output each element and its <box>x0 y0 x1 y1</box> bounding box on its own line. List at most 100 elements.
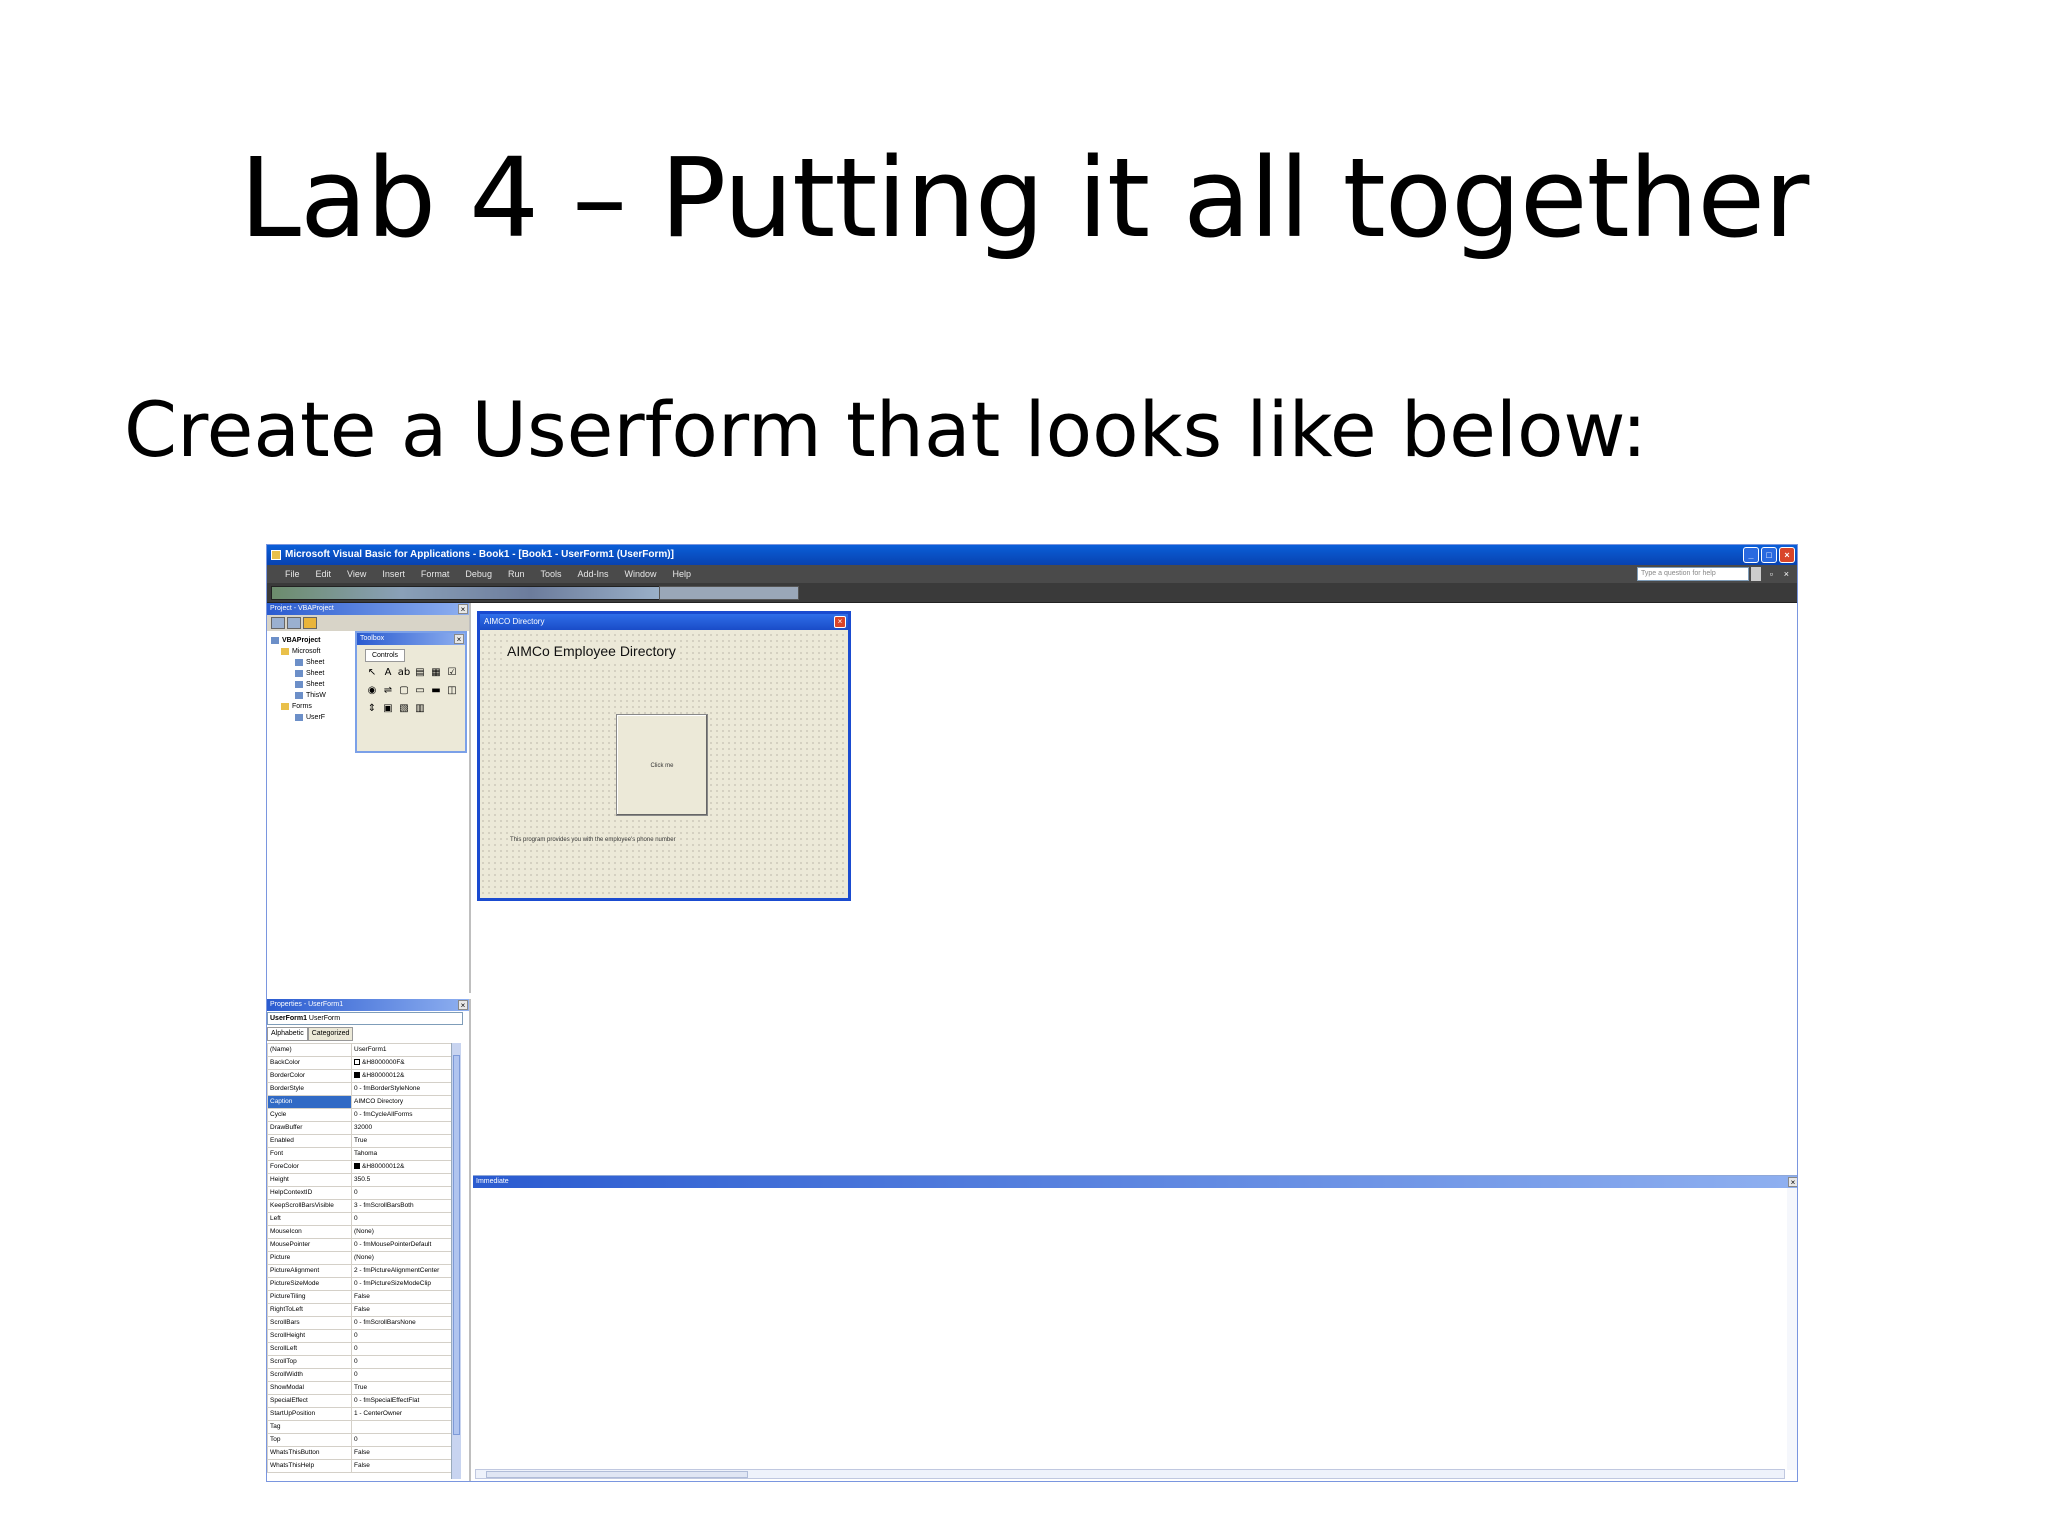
property-value[interactable]: 350.5 <box>351 1173 455 1187</box>
property-row[interactable]: ScrollTop 0 <box>267 1355 455 1369</box>
property-row[interactable]: HelpContextID 0 <box>267 1186 455 1200</box>
project-pane-close-icon[interactable]: × <box>458 604 468 614</box>
property-row[interactable]: Font Tahoma <box>267 1147 455 1161</box>
property-row[interactable]: KeepScrollBarsVisible 3 - fmScrollBarsBot… <box>267 1199 455 1213</box>
toolbox-close-icon[interactable]: × <box>454 634 464 644</box>
property-name[interactable]: StartUpPosition <box>267 1407 352 1421</box>
property-row[interactable]: PictureTiling False <box>267 1290 455 1304</box>
immediate-horizontal-scrollbar[interactable] <box>475 1469 1785 1479</box>
help-search-input[interactable]: Type a question for help <box>1637 567 1749 581</box>
property-row[interactable]: ShowModal True <box>267 1381 455 1395</box>
mdi-close-icon[interactable]: × <box>1784 567 1789 581</box>
property-name[interactable]: WhatsThisButton <box>267 1446 352 1460</box>
tree-node[interactable]: VBAProject <box>271 635 326 646</box>
property-value[interactable]: 0 - fmSpecialEffectFlat <box>351 1394 455 1408</box>
property-value[interactable]: 2 - fmPictureAlignmentCenter <box>351 1264 455 1278</box>
property-value[interactable] <box>351 1420 455 1434</box>
properties-scrollbar[interactable] <box>451 1043 461 1479</box>
property-name[interactable]: RightToLeft <box>267 1303 352 1317</box>
tab-categorized[interactable]: Categorized <box>307 1027 354 1041</box>
scrollbar-tool[interactable]: ▥ <box>413 703 427 715</box>
properties-object-select[interactable]: UserForm1 UserForm <box>267 1012 463 1025</box>
property-value[interactable]: 0 - fmBorderStyleNone <box>351 1082 455 1096</box>
directory-heading-label[interactable]: AIMCo Employee Directory <box>506 642 677 660</box>
property-name[interactable]: ScrollTop <box>267 1355 352 1369</box>
menu-view[interactable]: View <box>339 565 374 583</box>
property-row[interactable]: Picture (None) <box>267 1251 455 1265</box>
checkbox-tool[interactable]: ☑ <box>445 667 459 679</box>
property-row[interactable]: DrawBuffer 32000 <box>267 1121 455 1135</box>
property-value[interactable]: 0 <box>351 1368 455 1382</box>
property-name[interactable]: Top <box>267 1433 352 1447</box>
property-name[interactable]: BackColor <box>267 1056 352 1070</box>
command-button-tool[interactable]: ▭ <box>413 685 427 697</box>
property-row[interactable]: MouseIcon (None) <box>267 1225 455 1239</box>
option-button-tool[interactable]: ◉ <box>365 685 379 697</box>
property-row[interactable]: RightToLeft False <box>267 1303 455 1317</box>
spin-button-tool[interactable]: ⇕ <box>365 703 379 715</box>
property-row[interactable]: ScrollHeight 0 <box>267 1329 455 1343</box>
menu-debug[interactable]: Debug <box>457 565 500 583</box>
menu-addins[interactable]: Add-Ins <box>569 565 616 583</box>
property-row[interactable]: PictureSizeMode 0 - fmPictureSizeModeClip <box>267 1277 455 1291</box>
property-name[interactable]: ScrollLeft <box>267 1342 352 1356</box>
property-row[interactable]: ScrollLeft 0 <box>267 1342 455 1356</box>
toggle-folders-icon[interactable] <box>303 617 317 629</box>
property-value[interactable]: False <box>351 1303 455 1317</box>
properties-close-icon[interactable]: × <box>458 1000 468 1010</box>
tree-node[interactable]: Forms <box>271 701 326 712</box>
property-row[interactable]: ScrollWidth 0 <box>267 1368 455 1382</box>
menu-window[interactable]: Window <box>617 565 665 583</box>
property-row[interactable]: Height 350.5 <box>267 1173 455 1187</box>
property-name[interactable]: PictureTiling <box>267 1290 352 1304</box>
tabstrip-tool[interactable]: ▬ <box>429 685 443 697</box>
property-name[interactable]: Left <box>267 1212 352 1226</box>
property-value[interactable]: 32000 <box>351 1121 455 1135</box>
property-name[interactable]: BorderStyle <box>267 1082 352 1096</box>
description-label[interactable]: This program provides you with the emplo… <box>510 836 676 844</box>
property-row[interactable]: BorderColor &H80000012& <box>267 1069 455 1083</box>
tree-node[interactable]: Sheet <box>271 657 326 668</box>
mdi-restore-icon[interactable]: ▫ <box>1770 567 1773 581</box>
property-value[interactable]: UserForm1 <box>351 1043 455 1057</box>
property-name[interactable]: Font <box>267 1147 352 1161</box>
tree-node[interactable]: UserF <box>271 712 326 723</box>
view-code-icon[interactable] <box>271 617 285 629</box>
property-value[interactable]: &H80000012& <box>351 1160 455 1174</box>
click-me-button[interactable]: Click me <box>616 714 708 816</box>
property-name[interactable]: MouseIcon <box>267 1225 352 1239</box>
property-row[interactable]: Caption AIMCO Directory <box>267 1095 455 1109</box>
property-name[interactable]: Tag <box>267 1420 352 1434</box>
close-icon[interactable]: × <box>1779 547 1795 563</box>
property-name[interactable]: DrawBuffer <box>267 1121 352 1135</box>
property-name[interactable]: (Name) <box>267 1043 352 1057</box>
menu-help[interactable]: Help <box>665 565 700 583</box>
property-row[interactable]: WhatsThisButton False <box>267 1446 455 1460</box>
userform-designer[interactable]: AIMCO Directory × AIMCo Employee Directo… <box>477 611 851 901</box>
minimize-icon[interactable]: _ <box>1743 547 1759 563</box>
property-name[interactable]: SpecialEffect <box>267 1394 352 1408</box>
property-value[interactable]: 0 - fmScrollBarsNone <box>351 1316 455 1330</box>
scroll-thumb[interactable] <box>453 1055 460 1435</box>
property-name[interactable]: KeepScrollBarsVisible <box>267 1199 352 1213</box>
immediate-close-icon[interactable]: × <box>1788 1177 1797 1187</box>
tab-alphabetic[interactable]: Alphabetic <box>267 1027 308 1041</box>
property-value[interactable]: 0 <box>351 1342 455 1356</box>
property-row[interactable]: Tag <box>267 1420 455 1434</box>
property-row[interactable]: Cycle 0 - fmCycleAllForms <box>267 1108 455 1122</box>
toolbox-controls-tab[interactable]: Controls <box>365 649 405 662</box>
property-row[interactable]: MousePointer 0 - fmMousePointerDefault <box>267 1238 455 1252</box>
property-value[interactable]: False <box>351 1446 455 1460</box>
property-value[interactable]: Tahoma <box>351 1147 455 1161</box>
property-value[interactable]: 0 - fmCycleAllForms <box>351 1108 455 1122</box>
property-value[interactable]: 0 - fmPictureSizeModeClip <box>351 1277 455 1291</box>
property-row[interactable]: BorderStyle 0 - fmBorderStyleNone <box>267 1082 455 1096</box>
property-row[interactable]: Enabled True <box>267 1134 455 1148</box>
property-name[interactable]: Height <box>267 1173 352 1187</box>
property-row[interactable]: Left 0 <box>267 1212 455 1226</box>
userform-close-icon[interactable]: × <box>834 616 846 628</box>
property-name[interactable]: ForeColor <box>267 1160 352 1174</box>
property-name[interactable]: ScrollHeight <box>267 1329 352 1343</box>
property-name[interactable]: WhatsThisHelp <box>267 1459 352 1473</box>
property-value[interactable]: 0 <box>351 1433 455 1447</box>
